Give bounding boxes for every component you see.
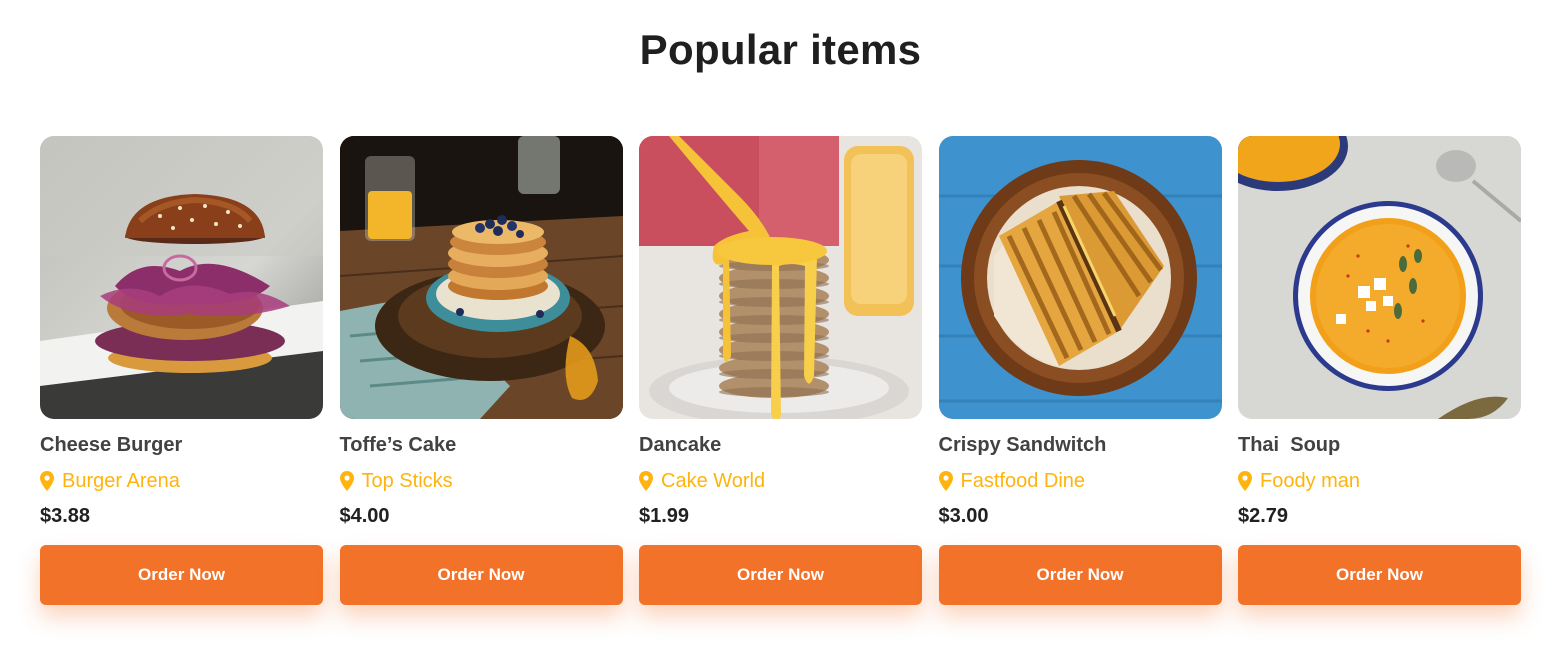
item-price: $3.88 [40,505,91,527]
map-pin-icon [40,471,54,491]
food-card: Thai Soup Foody man $2.79 Order Now [1238,136,1521,606]
order-now-button[interactable]: Order Now [1238,545,1521,605]
item-price: $4.00 [339,505,390,527]
map-pin-icon [339,471,354,491]
location-label: Foody man [1260,470,1361,492]
pancake-stack-photo[interactable] [339,136,623,419]
cheese-burger-photo[interactable] [40,136,323,419]
food-card: Crispy Sandwitch Fastfood Dine $3.00 Ord… [938,136,1222,606]
food-card: Cheese Burger Burger Arena $3.88 Order N… [40,136,323,606]
crispy-sandwich-photo[interactable] [938,136,1222,419]
item-price: $1.99 [639,505,690,527]
order-now-button[interactable]: Order Now [639,545,922,605]
item-price: $3.00 [938,505,989,527]
order-now-button[interactable]: Order Now [938,545,1222,605]
item-location[interactable]: Cake World [639,468,765,494]
item-location[interactable]: Foody man [1238,468,1360,494]
food-card: Toffe’s Cake Top Sticks $4.00 Order Now [339,136,623,606]
order-now-button[interactable]: Order Now [40,545,323,605]
item-location[interactable]: Fastfood Dine [938,468,1086,494]
map-pin-icon [639,471,653,491]
item-name: Dancake [639,434,722,456]
item-price: $2.79 [1238,505,1289,527]
map-pin-icon [1238,471,1252,491]
item-location[interactable]: Top Sticks [339,468,453,494]
location-label: Burger Arena [62,470,180,492]
item-name: Thai Soup [1238,434,1341,456]
location-label: Cake World [661,470,766,492]
location-label: Fastfood Dine [960,470,1086,492]
item-name: Toffe’s Cake [339,434,457,456]
food-card: Dancake Cake World $1.99 Order Now [639,136,922,606]
popular-items-grid: Cheese Burger Burger Arena $3.88 Order N… [40,136,1521,606]
section-title: Popular items [639,26,922,74]
dancake-photo[interactable] [639,136,922,419]
item-location[interactable]: Burger Arena [40,468,180,494]
item-name: Cheese Burger [40,434,183,456]
thai-soup-photo[interactable] [1238,136,1521,419]
item-name: Crispy Sandwitch [938,434,1107,456]
order-now-button[interactable]: Order Now [339,545,623,605]
map-pin-icon [938,471,953,491]
location-label: Top Sticks [361,470,453,492]
